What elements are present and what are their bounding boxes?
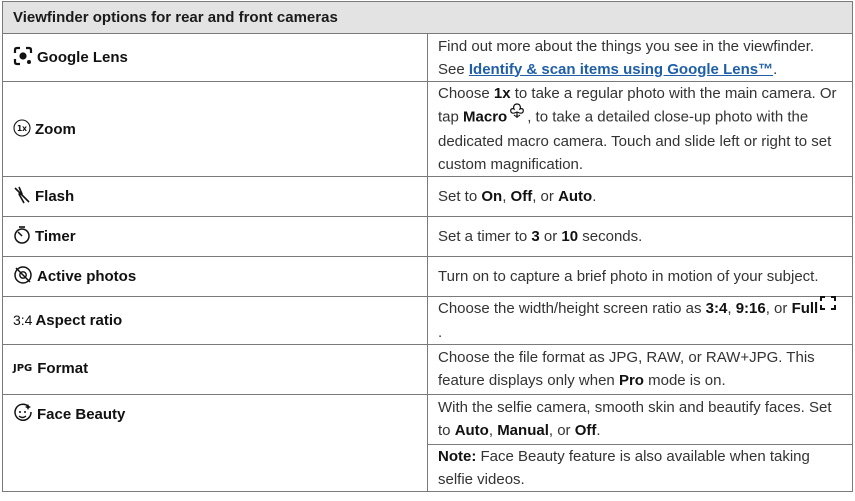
option-zoom: 1x Zoom [2, 81, 428, 177]
option-description: With the selfie camera, smooth skin and … [427, 393, 853, 445]
face-beauty-icon [13, 403, 33, 423]
zoom-1x-icon: 1x [13, 118, 31, 137]
option-description: Set a timer to 3 or 10 seconds. [427, 216, 853, 257]
option-description: Turn on to capture a brief photo in moti… [427, 256, 853, 297]
option-format: JPG Format [2, 343, 428, 395]
option-timer: Timer [2, 216, 428, 257]
table-title: Viewfinder options for rear and front ca… [2, 1, 853, 34]
flash-off-icon [13, 185, 31, 205]
google-lens-icon [13, 46, 33, 66]
aspect-ratio-icon: 3:4 [13, 311, 33, 328]
jpg-format-icon: JPG [13, 362, 33, 374]
svg-text:1x: 1x [17, 124, 27, 133]
option-face-beauty: Face Beauty [2, 393, 428, 492]
macro-flower-icon [508, 102, 526, 127]
full-screen-icon [819, 295, 837, 318]
table-row: Timer Set a timer to 3 or 10 seconds. [2, 216, 853, 257]
option-label: Face Beauty [37, 405, 126, 423]
option-description: Choose the width/height screen ratio as … [427, 295, 853, 345]
option-description: Set to On, Off, or Auto. [427, 176, 853, 217]
option-aspect-ratio: 3:4 Aspect ratio [2, 296, 428, 345]
table-row: Active photos Turn on to capture a brief… [2, 256, 853, 297]
table-row: Face Beauty With the selfie camera, smoo… [2, 393, 853, 492]
table-row: Flash Set to On, Off, or Auto. [2, 176, 853, 217]
option-active-photos: Active photos [2, 256, 428, 297]
timer-icon [13, 225, 31, 245]
table-row: JPG Format Choose the file format as JPG,… [2, 343, 853, 395]
table-row: Google Lens Find out more about the thin… [2, 33, 853, 82]
table-row: 3:4 Aspect ratio Choose the width/height … [2, 295, 853, 345]
option-label: Timer [35, 228, 76, 245]
option-note: Note: Face Beauty feature is also availa… [427, 443, 853, 492]
option-label: Google Lens [37, 49, 128, 66]
option-description: Choose 1x to take a regular photo with t… [427, 81, 853, 177]
table-row: 1x Zoom Choose 1x to take a regular phot… [2, 81, 853, 177]
option-description: Choose the file format as JPG, RAW, or R… [427, 343, 853, 395]
option-description: Find out more about the things you see i… [427, 33, 853, 82]
option-label: Aspect ratio [35, 311, 123, 329]
option-label: Format [37, 359, 89, 377]
identify-scan-link[interactable]: Identify & scan items using Google Lens™ [469, 61, 773, 78]
option-label: Active photos [37, 268, 137, 285]
option-label: Zoom [35, 120, 76, 138]
active-photos-off-icon [13, 265, 33, 285]
option-flash: Flash [2, 176, 428, 217]
option-label: Flash [35, 188, 75, 205]
option-google-lens: Google Lens [2, 33, 428, 82]
viewfinder-options-table: Viewfinder options for rear and front ca… [2, 1, 853, 492]
